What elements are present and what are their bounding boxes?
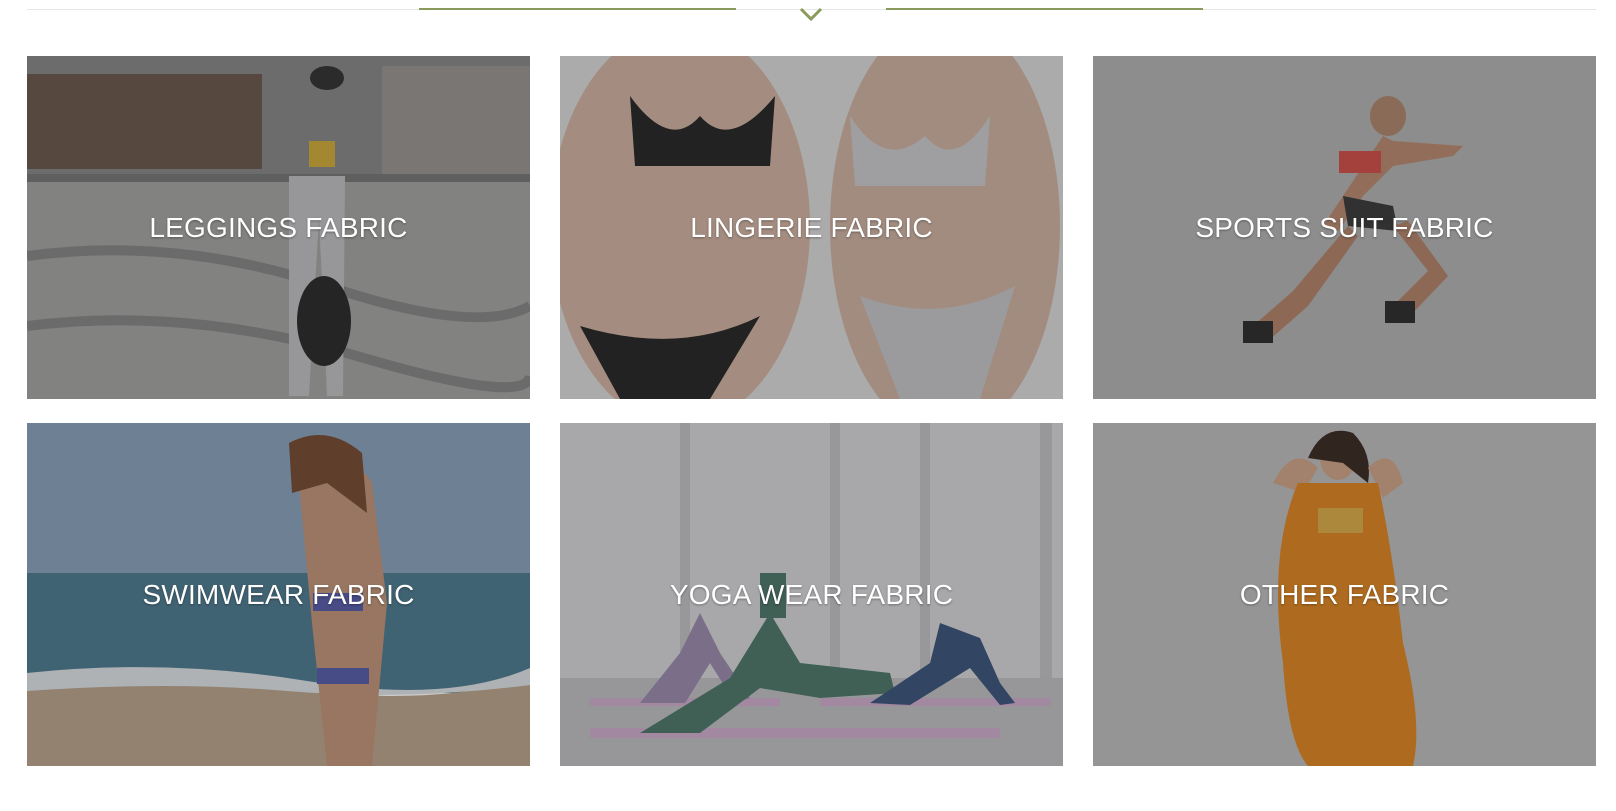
category-card-leggings[interactable]: LEGGINGS FABRIC	[27, 56, 530, 399]
category-card-swimwear[interactable]: SWIMWEAR FABRIC	[27, 423, 530, 766]
card-overlay	[560, 56, 1063, 399]
card-overlay	[1093, 423, 1596, 766]
category-card-yoga-wear[interactable]: YOGA WEAR FABRIC	[560, 423, 1063, 766]
card-overlay	[27, 423, 530, 766]
accent-line-left	[419, 8, 736, 10]
card-overlay	[27, 56, 530, 399]
category-grid: LEGGINGS FABRIC LINGERIE FABRIC SPORTS S…	[27, 56, 1596, 767]
card-overlay	[560, 423, 1063, 766]
category-card-lingerie[interactable]: LINGERIE FABRIC	[560, 56, 1063, 399]
accent-line-right	[886, 8, 1203, 10]
chevron-down-icon	[799, 7, 823, 22]
card-overlay	[1093, 56, 1596, 399]
category-card-sports-suit[interactable]: SPORTS SUIT FABRIC	[1093, 56, 1596, 399]
category-card-other[interactable]: OTHER FABRIC	[1093, 423, 1596, 766]
